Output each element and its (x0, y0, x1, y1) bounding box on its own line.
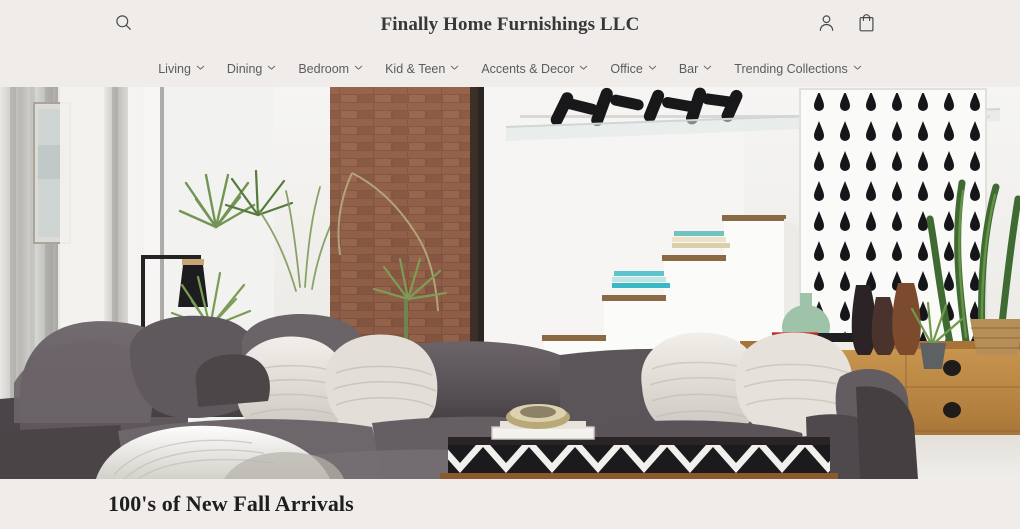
nav-item-label: Dining (226, 61, 263, 76)
main-navigation: Living Dining Bedroom Kid & Teen Accents (0, 50, 1020, 87)
account-button[interactable] (812, 11, 840, 39)
living-room-scene (0, 87, 1020, 479)
chevron-down-icon (648, 63, 657, 72)
shopping-bag-icon (858, 13, 875, 37)
nav-item-office[interactable]: Office (599, 61, 667, 77)
promo-heading: 100's of New Fall Arrivals (108, 491, 354, 516)
nav-item-living[interactable]: Living (147, 61, 216, 77)
nav-item-label: Bar (678, 61, 699, 76)
chevron-down-icon (196, 63, 205, 72)
site-header: Finally Home Furnishings LLC (0, 0, 1020, 50)
chevron-down-icon (703, 63, 712, 72)
nav-item-accents-and-decor[interactable]: Accents & Decor (470, 61, 599, 77)
nav-item-trending-collections[interactable]: Trending Collections (723, 61, 872, 77)
chevron-down-icon (579, 63, 588, 72)
chevron-down-icon (450, 63, 459, 72)
storefront-page: Finally Home Furnishings LLC Living Dini… (0, 0, 1020, 529)
header-actions (812, 11, 880, 39)
nav-item-kid-and-teen[interactable]: Kid & Teen (374, 61, 470, 77)
nav-item-label: Trending Collections (734, 61, 848, 76)
nav-item-label: Office (610, 61, 643, 76)
chevron-down-icon (354, 63, 363, 72)
nav-item-label: Living (158, 61, 191, 76)
hero-banner-image[interactable] (0, 87, 1020, 479)
chevron-down-icon (853, 63, 862, 72)
cart-button[interactable] (852, 11, 880, 39)
chevron-down-icon (267, 63, 276, 72)
account-person-icon (818, 14, 835, 37)
nav-item-dining[interactable]: Dining (216, 61, 287, 77)
nav-item-label: Accents & Decor (481, 61, 575, 76)
nav-item-bar[interactable]: Bar (668, 61, 723, 77)
promo-section: 100's of New Fall Arrivals (0, 479, 1020, 529)
nav-item-label: Bedroom (298, 61, 350, 76)
nav-item-bedroom[interactable]: Bedroom (287, 61, 374, 77)
nav-item-label: Kid & Teen (385, 61, 446, 76)
